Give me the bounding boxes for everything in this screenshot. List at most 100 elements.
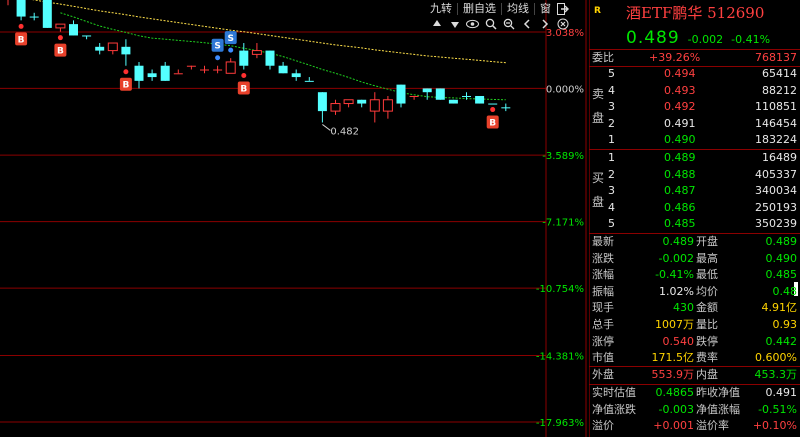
candle-body <box>304 80 314 82</box>
stat-row-label: 量比 <box>696 318 718 331</box>
bid-row[interactable]: 4 0.486 250193 <box>589 200 800 216</box>
bid-row[interactable]: 2 0.488 405337 <box>589 167 800 183</box>
order-ratio-value: +39.26% <box>649 51 701 64</box>
flow-row-label: 内盘 <box>696 368 718 381</box>
ask-level: 1 <box>608 133 615 147</box>
candle-body <box>317 92 327 112</box>
candle-body <box>343 99 354 105</box>
candle-body <box>69 24 78 36</box>
window-button[interactable]: 窗 <box>538 2 553 16</box>
stat-row-value: 0.600% <box>755 351 797 365</box>
stat-row-value: 0.489 <box>662 235 695 248</box>
valuation-row[interactable]: 溢价 +0.001 溢价率 +0.10% <box>589 418 800 434</box>
stat-row-label: 跌停 <box>696 334 718 348</box>
stat-row-label: 最低 <box>696 268 718 282</box>
candle-body <box>16 0 26 17</box>
candle-body <box>501 107 511 109</box>
stat-row-value: 171.5亿 <box>651 351 695 365</box>
stat-row[interactable]: 市值 171.5亿 费率 0.600% <box>589 350 800 366</box>
stat-row[interactable]: 涨停 0.540 跌停 0.442 <box>589 334 800 350</box>
valuation-row-label: 溢价率 <box>696 419 729 433</box>
sell-signal-dot <box>228 47 234 53</box>
stat-row[interactable]: 涨幅 -0.41% 最低 0.485 <box>589 267 800 283</box>
remove-watchlist-button[interactable]: 删自选 <box>461 2 498 16</box>
bid-volume: 16489 <box>762 151 797 164</box>
flow-row-value: 453.3万 <box>754 368 798 381</box>
bid-volume: 350239 <box>755 217 797 231</box>
bid-volume: 405337 <box>755 167 797 181</box>
chart-canvas[interactable]: 3.038%0.000%-3.589%-7.171%-10.754%-14.38… <box>0 0 587 437</box>
candle-body <box>251 50 262 55</box>
stat-row-value: -0.41% <box>655 268 694 282</box>
close-icon[interactable] <box>556 17 569 30</box>
ask-row[interactable]: 1 0.490 183224 <box>589 132 800 148</box>
nine-turn-button[interactable]: 九转 <box>428 2 454 16</box>
ask-row[interactable]: 4 0.493 88212 <box>589 83 800 99</box>
valuation-row[interactable]: 净值涨跌 -0.003 净值涨幅 -0.51% <box>589 402 800 418</box>
down-arrow-icon[interactable] <box>448 17 461 30</box>
percent-tick-label: -17.963% <box>536 418 584 429</box>
candle-body <box>225 61 236 74</box>
candlestick-chart[interactable]: 3.038% 0.000% -3.589% -7.171% -10.754% -14.38… <box>0 0 587 437</box>
stat-row-label: 市值 <box>592 351 614 365</box>
stat-row-value: 430 <box>673 301 694 315</box>
stat-row-value: 0.490 <box>765 251 798 265</box>
bid-level: 5 <box>608 217 615 231</box>
search-icon[interactable] <box>484 17 497 30</box>
stat-row-value: -0.002 <box>658 251 694 265</box>
stat-row-value: 0.489 <box>765 235 798 248</box>
buy-signal-dot <box>490 107 496 113</box>
valuation-row-label: 净值涨幅 <box>696 402 740 416</box>
candle-body <box>147 73 157 78</box>
candle-body <box>291 73 301 78</box>
candle-body <box>213 69 223 71</box>
order-ratio-label: 委比 <box>592 51 614 64</box>
stat-row[interactable]: 最新 0.489 开盘 0.489 <box>589 234 800 250</box>
ask-volume: 110851 <box>755 100 797 114</box>
zoom-out-icon[interactable] <box>502 17 515 30</box>
stat-row-value: 0.442 <box>765 334 798 348</box>
candle-body <box>200 69 209 71</box>
flow-row-label: 外盘 <box>592 368 614 381</box>
ask-price: 0.490 <box>664 133 696 147</box>
valuation-row-label: 实时估值 <box>592 386 636 399</box>
toolbar-divider <box>534 2 535 15</box>
ma-line-button[interactable]: 均线 <box>505 2 531 16</box>
order-ratio-diff: 768137 <box>755 51 797 64</box>
stat-row-label: 均价 <box>696 284 718 298</box>
bid-row[interactable]: 1 0.489 16489 <box>589 150 800 166</box>
candle-body <box>369 99 380 112</box>
valuation-row[interactable]: 实时估值 0.4865 昨收净值 0.491 <box>589 385 800 401</box>
bid-row[interactable]: 3 0.487 340034 <box>589 183 800 199</box>
ask-row[interactable]: 2 0.491 146454 <box>589 116 800 132</box>
up-arrow-icon[interactable] <box>430 17 443 30</box>
candle-body <box>409 95 419 97</box>
valuation-row-label: 溢价 <box>592 419 614 433</box>
last-price: 0.489 <box>626 28 680 48</box>
stat-row[interactable]: 总手 1007万 量比 0.93 <box>589 317 800 333</box>
chevron-right-icon[interactable] <box>538 17 551 30</box>
bid-price: 0.486 <box>664 200 696 214</box>
stat-row-value: 1.02% <box>659 284 694 298</box>
ask-row[interactable]: 3 0.492 110851 <box>589 99 800 115</box>
bid-price: 0.487 <box>664 184 696 198</box>
valuation-row-value: 0.491 <box>765 386 798 399</box>
stat-row[interactable]: 现手 430 金额 4.91亿 <box>589 300 800 316</box>
toolbar-divider <box>457 2 458 15</box>
ask-volume: 183224 <box>755 133 797 147</box>
valuation-row-value: -0.51% <box>758 402 797 416</box>
ask-row[interactable]: 5 0.494 65414 <box>589 66 800 82</box>
bid-row[interactable]: 5 0.485 350239 <box>589 216 800 232</box>
stat-row[interactable]: 振幅 1.02% 均价 0.48 <box>589 284 800 300</box>
eye-icon[interactable] <box>466 17 479 30</box>
stat-row[interactable]: 涨跌 -0.002 最高 0.490 <box>589 251 800 267</box>
flow-row[interactable]: 外盘 553.9万 内盘 453.3万 <box>589 367 800 383</box>
valuation-row-label: 昨收净值 <box>696 386 740 399</box>
chevron-left-icon[interactable] <box>520 17 533 30</box>
stat-row-label: 金额 <box>696 301 718 315</box>
exit-icon[interactable] <box>556 2 569 15</box>
quote-panel: R 酒ETF鹏华 512690 0.489 -0.002 -0.41% 委比 +… <box>589 0 800 437</box>
stat-row-label: 涨停 <box>592 334 614 348</box>
flow-row-value: 553.9万 <box>651 368 695 381</box>
stat-row-label: 最高 <box>696 251 718 265</box>
